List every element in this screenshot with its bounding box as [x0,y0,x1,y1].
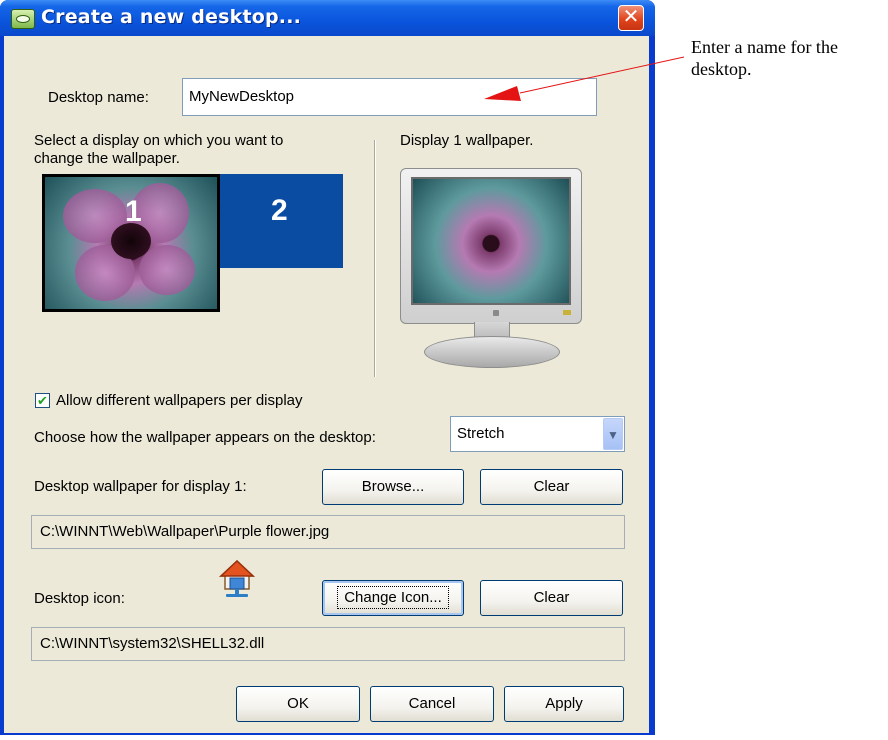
desktop-name-input[interactable]: MyNewDesktop [182,78,597,116]
display-2-number: 2 [271,194,288,227]
ok-button[interactable]: OK [236,686,360,722]
window-title: Create a new desktop... [41,6,302,28]
clear-wallpaper-button[interactable]: Clear [480,469,623,505]
home-network-icon [218,559,256,599]
monitor-bezel [400,168,582,324]
display-select-instruction-line2: change the wallpaper. [34,150,180,167]
dialog-client-area: Desktop name: MyNewDesktop Select a disp… [4,36,649,733]
display-1-thumbnail[interactable]: 1 [42,174,220,312]
annotation-callout: Enter a name for the desktop. [691,37,838,79]
cancel-button[interactable]: Cancel [370,686,494,722]
monitor-button [493,310,499,316]
allow-different-wallpapers-checkbox[interactable]: ✔ [35,393,50,408]
wallpaper-label: Desktop wallpaper for display 1: [34,478,247,495]
display-1-number: 1 [125,195,142,228]
checkmark-icon: ✔ [37,393,48,408]
monitor-power-led [563,310,571,315]
desktop-name-label: Desktop name: [48,89,149,106]
flower-petal [139,245,195,295]
close-icon: ✕ [622,6,640,28]
allow-different-wallpapers-label: Allow different wallpapers per display [56,392,303,409]
wallpaper-path-field: C:\WINNT\Web\Wallpaper\Purple flower.jpg [31,515,625,549]
nvidia-app-icon [11,9,35,29]
monitor-stand [424,336,560,368]
dialog-window: Create a new desktop... ✕ Desktop name: … [0,0,655,735]
wallpaper-preview-image [411,177,571,305]
apply-button[interactable]: Apply [504,686,624,722]
display-select-instruction-line1: Select a display on which you want to [34,132,284,149]
allow-different-wallpapers-row[interactable]: ✔ Allow different wallpapers per display [35,392,303,409]
vertical-divider [374,140,376,377]
title-bar[interactable]: Create a new desktop... ✕ [0,0,655,36]
clear-icon-button[interactable]: Clear [480,580,623,616]
change-icon-button-label: Change Icon... [337,586,449,609]
chevron-down-icon[interactable]: ▼ [603,418,623,450]
close-button[interactable]: ✕ [618,5,644,31]
display-2-thumbnail[interactable]: 2 [217,174,343,268]
monitor-preview [390,164,590,384]
desktop-icon-label: Desktop icon: [34,590,125,607]
preview-caption: Display 1 wallpaper. [400,132,534,149]
browse-button[interactable]: Browse... [322,469,464,505]
appearance-label: Choose how the wallpaper appears on the … [34,429,376,446]
change-icon-button[interactable]: Change Icon... [322,580,464,616]
display-select-instruction: Select a display on which you want to ch… [34,132,283,168]
appearance-select[interactable]: Stretch ▼ [450,416,625,452]
icon-path-field: C:\WINNT\system32\SHELL32.dll [31,627,625,661]
appearance-select-value: Stretch [457,425,505,442]
